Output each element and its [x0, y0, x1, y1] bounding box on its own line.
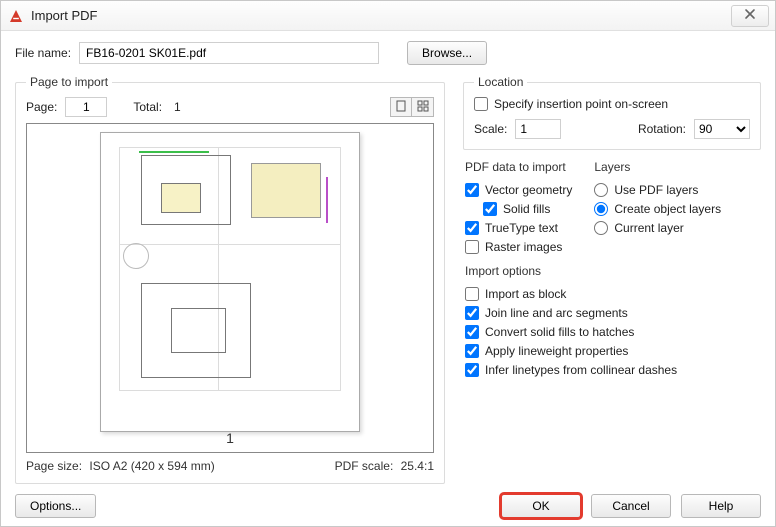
truetype-checkbox[interactable] [465, 221, 479, 235]
infer-linetypes-row[interactable]: Infer linetypes from collinear dashes [465, 363, 759, 377]
current-layer-row[interactable]: Current layer [594, 221, 721, 235]
scale-label: Scale: [474, 122, 507, 136]
layers-head: Layers [594, 160, 721, 174]
page-to-import-group: Page to import Page: Total: 1 [15, 75, 445, 484]
page-number-input[interactable] [65, 97, 107, 117]
file-name-input[interactable] [79, 42, 379, 64]
page-label: Page: [26, 100, 57, 114]
convert-solid-fills-label: Convert solid fills to hatches [485, 325, 634, 339]
infer-linetypes-label: Infer linetypes from collinear dashes [485, 363, 677, 377]
join-line-arc-row[interactable]: Join line and arc segments [465, 306, 759, 320]
specify-on-screen-checkbox[interactable] [474, 97, 488, 111]
import-options-head: Import options [465, 264, 759, 278]
cancel-button[interactable]: Cancel [591, 494, 671, 518]
location-legend: Location [474, 75, 527, 89]
layers-group: Layers Use PDF layers Create object laye… [594, 160, 721, 254]
use-pdf-layers-row[interactable]: Use PDF layers [594, 183, 721, 197]
rotation-label: Rotation: [638, 122, 686, 136]
specify-on-screen-label: Specify insertion point on-screen [494, 97, 668, 111]
create-object-layers-label: Create object layers [614, 202, 721, 216]
create-object-layers-row[interactable]: Create object layers [594, 202, 721, 216]
import-as-block-row[interactable]: Import as block [465, 287, 759, 301]
solid-fills-label: Solid fills [503, 202, 550, 216]
pdf-data-head: PDF data to import [465, 160, 572, 174]
close-button[interactable] [731, 5, 769, 27]
file-name-label: File name: [15, 46, 71, 60]
import-pdf-dialog: Import PDF File name: Browse... Page to … [0, 0, 776, 527]
browse-button[interactable]: Browse... [407, 41, 487, 65]
raster-images-checkbox[interactable] [465, 240, 479, 254]
convert-solid-fills-checkbox[interactable] [465, 325, 479, 339]
view-grid-button[interactable] [412, 97, 434, 117]
current-layer-radio[interactable] [594, 221, 608, 235]
use-pdf-layers-radio[interactable] [594, 183, 608, 197]
truetype-label: TrueType text [485, 221, 558, 235]
preview-page-number: 1 [27, 430, 433, 446]
vector-geometry-label: Vector geometry [485, 183, 572, 197]
apply-lineweight-checkbox[interactable] [465, 344, 479, 358]
pdf-data-group: PDF data to import Vector geometry Solid… [465, 160, 572, 254]
close-icon [744, 8, 756, 23]
apply-lineweight-label: Apply lineweight properties [485, 344, 628, 358]
vector-geometry-row[interactable]: Vector geometry [465, 183, 572, 197]
rotation-select[interactable]: 90 [694, 119, 750, 139]
import-as-block-label: Import as block [485, 287, 566, 301]
scale-input[interactable] [515, 119, 561, 139]
truetype-row[interactable]: TrueType text [465, 221, 572, 235]
join-line-arc-checkbox[interactable] [465, 306, 479, 320]
page-size-text: Page size: ISO A2 (420 x 594 mm) [26, 459, 215, 473]
options-button[interactable]: Options... [15, 494, 96, 518]
infer-linetypes-checkbox[interactable] [465, 363, 479, 377]
vector-geometry-checkbox[interactable] [465, 183, 479, 197]
apply-lineweight-row[interactable]: Apply lineweight properties [465, 344, 759, 358]
import-as-block-checkbox[interactable] [465, 287, 479, 301]
specify-on-screen-row[interactable]: Specify insertion point on-screen [474, 97, 750, 111]
import-options-group: Import options Import as block Join line… [463, 264, 761, 377]
page-to-import-legend: Page to import [26, 75, 112, 89]
help-button[interactable]: Help [681, 494, 761, 518]
titlebar: Import PDF [1, 1, 775, 31]
pdf-scale-text: PDF scale: 25.4:1 [335, 459, 434, 473]
dialog-title: Import PDF [31, 8, 97, 23]
grid-icon [417, 100, 429, 115]
view-single-button[interactable] [390, 97, 412, 117]
location-group: Location Specify insertion point on-scre… [463, 75, 761, 150]
preview-page-thumb [100, 132, 360, 432]
join-line-arc-label: Join line and arc segments [485, 306, 628, 320]
create-object-layers-radio[interactable] [594, 202, 608, 216]
total-label: Total: [133, 100, 162, 114]
dialog-footer: Options... OK Cancel Help [15, 490, 761, 518]
solid-fills-row[interactable]: Solid fills [483, 202, 572, 216]
raster-images-label: Raster images [485, 240, 562, 254]
use-pdf-layers-label: Use PDF layers [614, 183, 698, 197]
file-row: File name: Browse... [15, 41, 761, 65]
raster-images-row[interactable]: Raster images [465, 240, 572, 254]
page-preview[interactable]: 1 [26, 123, 434, 453]
current-layer-label: Current layer [614, 221, 683, 235]
single-page-icon [396, 100, 406, 115]
total-value: 1 [174, 100, 181, 114]
ok-button[interactable]: OK [501, 494, 581, 518]
app-icon [7, 7, 25, 25]
convert-solid-fills-row[interactable]: Convert solid fills to hatches [465, 325, 759, 339]
solid-fills-checkbox[interactable] [483, 202, 497, 216]
